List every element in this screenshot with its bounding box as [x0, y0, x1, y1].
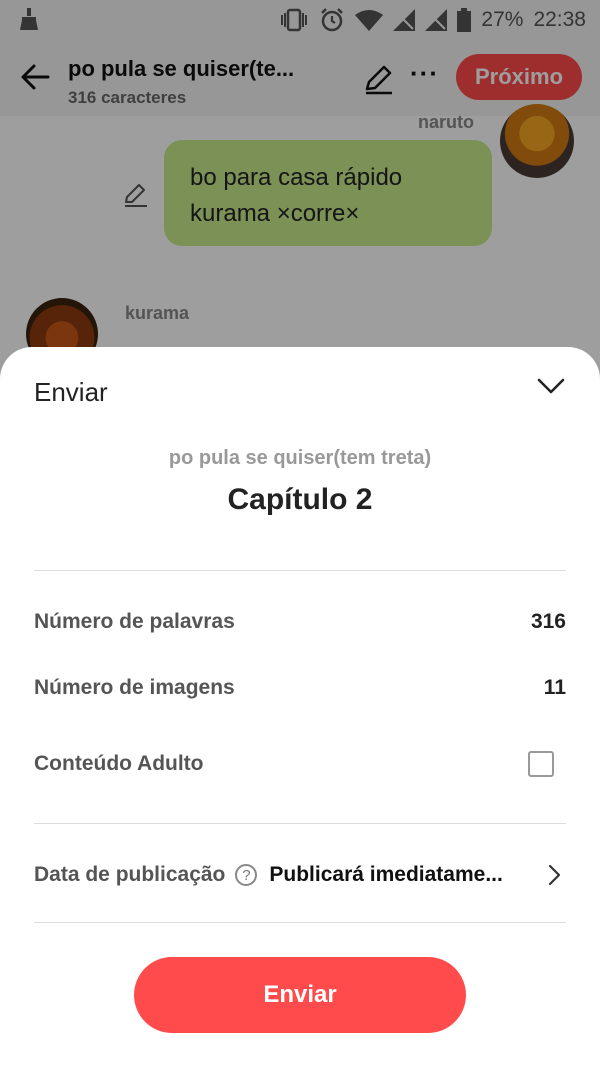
word-count-label: Número de palavras: [34, 610, 235, 633]
story-title: po pula se quiser(tem treta): [168, 447, 432, 469]
adult-content-label: Conteúdo Adulto: [34, 752, 204, 775]
image-count-value: 11: [543, 676, 566, 699]
divider: [34, 570, 566, 571]
send-button[interactable]: Enviar: [134, 957, 466, 1033]
chevron-right-icon: [548, 864, 561, 886]
publish-sheet: Enviar po pula se quiser(tem treta) Capí…: [0, 347, 600, 1067]
sheet-title: Enviar: [34, 377, 108, 407]
word-count-row: Número de palavras 316: [34, 602, 566, 642]
adult-content-row: Conteúdo Adulto: [34, 744, 566, 784]
help-icon[interactable]: ?: [235, 864, 258, 886]
adult-content-checkbox[interactable]: [528, 751, 554, 777]
divider: [34, 922, 566, 923]
image-count-row: Número de imagens 11: [34, 668, 566, 708]
publish-date-row[interactable]: Data de publicação ? Publicará imediatam…: [34, 853, 566, 897]
publish-date-label: Data de publicação: [34, 863, 226, 886]
chapter-title: Capítulo 2: [227, 483, 373, 516]
word-count-value: 316: [530, 610, 566, 633]
divider: [34, 823, 566, 824]
image-count-label: Número de imagens: [34, 676, 235, 699]
chevron-down-icon[interactable]: [536, 373, 566, 399]
publish-date-value: Publicará imediatame...: [269, 863, 503, 886]
